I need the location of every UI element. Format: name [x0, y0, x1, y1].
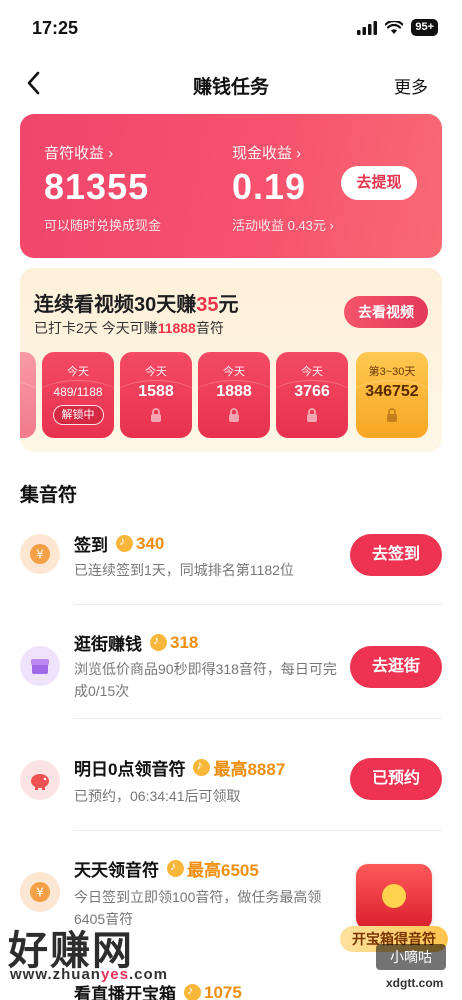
coins-earnings-value: 81355: [44, 166, 150, 207]
section-title: 集音符: [20, 485, 78, 506]
coins-earnings-sub: 可以随时兑换成现金: [44, 218, 162, 233]
status-icons: 95+: [357, 19, 438, 36]
watermark-site: xdgtt.com: [386, 976, 444, 990]
task-reward: 最高6505: [187, 861, 259, 880]
signal-icon: [357, 20, 378, 35]
streak-title-amount: 35: [196, 294, 219, 316]
page-title: 赚钱任务: [192, 77, 269, 98]
task-reward: 318: [170, 632, 199, 652]
wifi-icon: [385, 20, 404, 34]
day-tile-label: 今天: [67, 366, 89, 378]
streak-title-unit: 元: [218, 294, 239, 316]
day-tile-label: 今天: [145, 366, 167, 378]
day-tile-value: 346752: [365, 383, 419, 400]
watermark-url: www.zhuanyes.com: [10, 966, 168, 983]
yuan-coin-icon: ¥: [20, 534, 60, 574]
lock-icon: [387, 408, 397, 422]
streak-title: 连续看视频30天赚35元: [34, 288, 239, 317]
treasure-chest-icon: [356, 864, 432, 930]
task-title-text: 签到: [74, 536, 108, 555]
go-shopping-button[interactable]: 去逛街: [350, 646, 442, 688]
watermark-badge: 小嘀咕: [376, 944, 446, 970]
task-title: 天天领音符 最高6505: [74, 856, 259, 881]
day-tile-value: 1588: [138, 383, 174, 400]
task-description: 已连续签到1天，同城排名第1182位: [74, 562, 294, 578]
signin-button[interactable]: 去签到: [350, 534, 442, 576]
status-bar: 17:25 95+: [0, 0, 462, 56]
day-tile[interactable]: 今天 489/1188 解锁中: [42, 352, 114, 438]
day-tile-bonus[interactable]: 第3~30天 346752: [356, 352, 428, 438]
day-tile[interactable]: 今天 1588: [120, 352, 192, 438]
cash-earnings-value: 0.19: [232, 166, 307, 207]
day-tile[interactable]: 今天 3766: [276, 352, 348, 438]
streak-sub-text: 已打卡2天 今天可赚: [34, 320, 158, 336]
lock-icon: [307, 408, 317, 422]
task-reward: 1075: [204, 982, 242, 1000]
more-button[interactable]: 更多: [394, 73, 428, 98]
streak-subtitle: 已打卡2天 今天可赚11888音符: [34, 318, 224, 338]
watermark-url-a: www.zhuan: [10, 966, 101, 983]
music-note-coin-icon: [167, 859, 184, 877]
treasure-chest-widget[interactable]: 开宝箱得音符: [338, 860, 450, 956]
withdraw-button[interactable]: 去提现: [341, 166, 417, 200]
day-tile-value: 1888: [216, 383, 252, 400]
yuan-coin-icon: ¥: [20, 872, 60, 912]
svg-text:¥: ¥: [36, 548, 44, 562]
task-title: 逛街赚钱 318: [74, 630, 198, 655]
watch-video-button[interactable]: 去看视频: [344, 296, 428, 328]
task-title-text: 逛街赚钱: [74, 635, 142, 654]
day-tile-previous: [20, 352, 36, 438]
divider: [74, 830, 442, 831]
lock-icon: [229, 408, 239, 422]
music-note-coin-icon: [150, 633, 167, 651]
reserved-button[interactable]: 已预约: [350, 758, 442, 800]
music-note-coin-icon: [184, 983, 201, 1000]
divider: [74, 718, 442, 719]
streak-title-text: 连续看视频30天赚: [34, 294, 197, 316]
task-title-text: 明日0点领音符: [74, 760, 186, 779]
divider: [74, 604, 442, 605]
nav-bar: 赚钱任务 更多: [0, 60, 462, 106]
streak-sub-amount: 11888: [157, 320, 196, 336]
lock-icon: [151, 408, 161, 422]
shop-icon: [20, 646, 60, 686]
music-note-coin-icon: [193, 758, 211, 776]
music-note-coin-icon: [116, 534, 133, 552]
task-title-text: 看直播开宝箱: [74, 985, 176, 1000]
cash-earnings-link[interactable]: 现金收益 ›: [232, 142, 301, 163]
day-tile[interactable]: 今天 1888: [198, 352, 270, 438]
task-title: 明日0点领音符 最高8887: [74, 755, 285, 780]
day-tile-value: 3766: [294, 383, 330, 400]
streak-card: 连续看视频30天赚35元 已打卡2天 今天可赚11888音符 去看视频 今天 4…: [20, 268, 442, 452]
day-tile-label: 第3~30天: [368, 366, 416, 378]
battery-icon: 95+: [411, 19, 438, 36]
task-title: 看直播开宝箱 1075: [74, 980, 242, 1000]
piggy-bank-icon: [20, 760, 60, 800]
task-reward: 最高8887: [213, 760, 286, 779]
day-tile-label: 今天: [301, 366, 323, 378]
task-description: 已预约，06:34:41后可领取: [74, 788, 241, 804]
earnings-card: 音符收益 › 81355 可以随时兑换成现金 现金收益 › 0.19 活动收益 …: [20, 114, 442, 258]
task-reward: 340: [136, 533, 165, 553]
activity-earnings-link[interactable]: 活动收益 0.43元 ›: [232, 215, 334, 234]
watermark-url-b: yes: [100, 966, 129, 983]
streak-sub-unit: 音符: [195, 320, 224, 336]
watermark-url-c: .com: [128, 966, 168, 983]
day-tile-label: 今天: [223, 366, 245, 378]
day-tile-value: 489/1188: [53, 385, 103, 399]
svg-text:¥: ¥: [36, 886, 44, 900]
status-time: 17:25: [32, 18, 79, 38]
task-title: 签到 340: [74, 531, 164, 556]
coins-earnings-link[interactable]: 音符收益 ›: [44, 142, 113, 163]
unlocking-chip: 解锁中: [52, 405, 104, 425]
task-title-text: 天天领音符: [74, 861, 159, 880]
task-description: 浏览低价商品90秒即得318音符，每日可完成0/15次: [74, 661, 337, 699]
